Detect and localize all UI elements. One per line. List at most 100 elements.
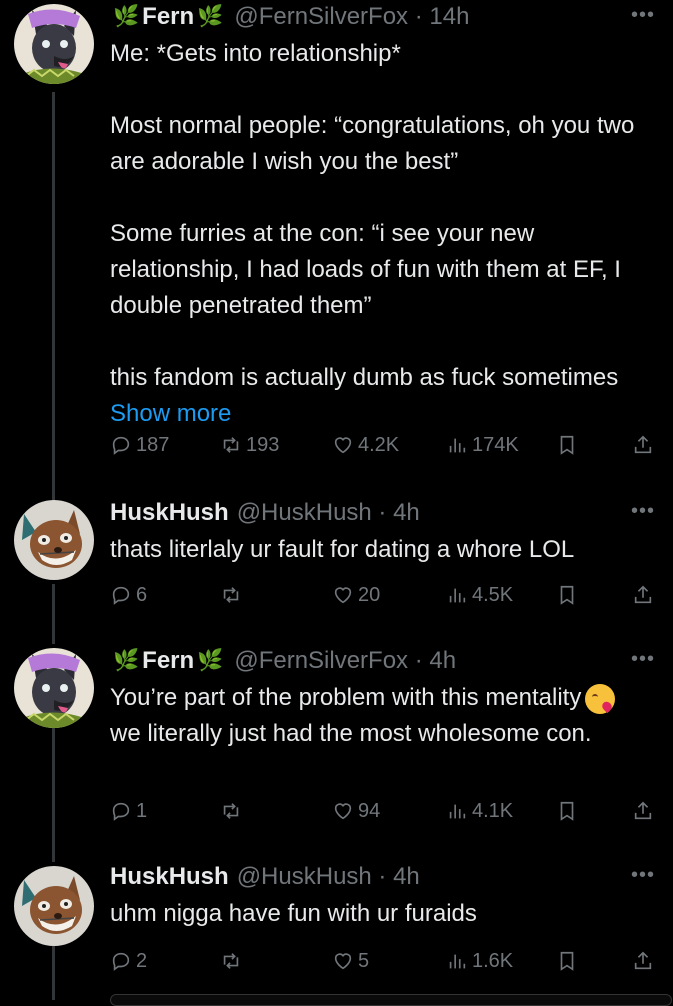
display-name[interactable]: Fern: [142, 647, 194, 675]
tweet[interactable]: 🌿 Fern 🌿 @FernSilverFox · 4h ••• You’re …: [0, 644, 673, 844]
repost-button[interactable]: 193: [220, 434, 279, 457]
share-icon: [632, 800, 654, 822]
views-button[interactable]: 4.5K: [446, 584, 513, 607]
tweet[interactable]: HuskHush @HuskHush · 4h ••• uhm nigga ha…: [0, 860, 673, 990]
leaf-emoji-left: 🌿: [113, 649, 140, 672]
tweet-paragraph: You’re part of the problem with this men…: [110, 680, 630, 752]
reply-button[interactable]: 187: [110, 434, 169, 457]
view-count: 174K: [472, 433, 519, 456]
leaf-emoji-left: 🌿: [113, 5, 140, 28]
repost-icon: [220, 434, 242, 456]
huskhush-avatar-icon: [14, 500, 94, 580]
bookmark-icon: [556, 800, 578, 822]
share-button[interactable]: [632, 434, 654, 456]
huskhush-avatar-icon: [14, 866, 94, 946]
bookmark-button[interactable]: [556, 950, 578, 972]
more-options-icon[interactable]: •••: [631, 4, 655, 27]
bookmark-button[interactable]: [556, 800, 578, 822]
share-button[interactable]: [632, 950, 654, 972]
share-icon: [632, 584, 654, 606]
display-name[interactable]: HuskHush: [110, 863, 229, 891]
fern-avatar-icon: [14, 4, 94, 84]
repost-button[interactable]: [220, 584, 242, 606]
tweet-paragraph: thats literlaly ur fault for dating a wh…: [110, 536, 575, 563]
like-count: 4.2K: [358, 433, 400, 456]
tweet-paragraph-text: this fandom is actually dumb as fuck som…: [110, 364, 619, 391]
tweet-text: You’re part of the problem with this men…: [110, 680, 630, 752]
like-button[interactable]: 20: [332, 584, 380, 607]
show-more-link[interactable]: Show more: [110, 400, 231, 427]
tweet-paragraph: uhm nigga have fun with ur furaids: [110, 900, 477, 927]
like-button[interactable]: 4.2K: [332, 434, 399, 457]
action-bar: 1 94 4.1K: [0, 796, 673, 826]
action-bar: 2 5 1.6K: [0, 946, 673, 976]
tweet[interactable]: 🌿 Fern 🌿 @FernSilverFox · 14h ••• Me: *G…: [0, 0, 673, 480]
tweet-text: thats literlaly ur fault for dating a wh…: [110, 532, 655, 568]
avatar[interactable]: [14, 648, 94, 728]
views-icon: [446, 800, 468, 822]
action-bar: 187 193 4.2K 174K: [0, 430, 673, 460]
reply-icon: [110, 800, 132, 822]
bookmark-icon: [556, 950, 578, 972]
reply-count: 2: [136, 949, 148, 972]
bookmark-icon: [556, 434, 578, 456]
like-button[interactable]: 94: [332, 800, 380, 823]
more-options-icon[interactable]: •••: [631, 864, 655, 887]
views-icon: [446, 950, 468, 972]
reply-count: 187: [136, 433, 170, 456]
fern-avatar-icon: [14, 648, 94, 728]
repost-icon: [220, 800, 242, 822]
tweet-text-part: You’re part of the problem with this men…: [110, 684, 582, 711]
views-button[interactable]: 174K: [446, 434, 519, 457]
avatar[interactable]: [14, 500, 94, 580]
display-name[interactable]: Fern: [142, 3, 194, 31]
views-icon: [446, 434, 468, 456]
tweet-text: uhm nigga have fun with ur furaids: [110, 896, 655, 932]
tweet[interactable]: HuskHush @HuskHush · 4h ••• thats literl…: [0, 494, 673, 624]
action-bar: 6 20 4.5K: [0, 580, 673, 610]
views-button[interactable]: 4.1K: [446, 800, 513, 823]
reply-button[interactable]: 1: [110, 800, 147, 823]
reply-count: 6: [136, 583, 148, 606]
heart-icon: [332, 584, 354, 606]
handle-and-time[interactable]: @HuskHush · 4h: [237, 499, 420, 527]
avatar[interactable]: [14, 866, 94, 946]
display-name[interactable]: HuskHush: [110, 499, 229, 527]
tweet-header: HuskHush @HuskHush · 4h: [110, 496, 655, 530]
face-blowing-kiss-emoji-icon: [585, 683, 616, 714]
repost-button[interactable]: [220, 800, 242, 822]
reply-icon: [110, 434, 132, 456]
heart-icon: [332, 800, 354, 822]
bookmark-button[interactable]: [556, 584, 578, 606]
more-options-icon[interactable]: •••: [631, 648, 655, 671]
repost-button[interactable]: [220, 950, 242, 972]
share-button[interactable]: [632, 584, 654, 606]
tweet-header: 🌿 Fern 🌿 @FernSilverFox · 14h: [110, 0, 655, 34]
reply-icon: [110, 950, 132, 972]
like-count: 5: [358, 949, 370, 972]
handle-and-time[interactable]: @HuskHush · 4h: [237, 863, 420, 891]
reply-count: 1: [136, 799, 148, 822]
bookmark-button[interactable]: [556, 434, 578, 456]
repost-icon: [220, 584, 242, 606]
tweet-header: 🌿 Fern 🌿 @FernSilverFox · 4h: [110, 644, 655, 678]
like-button[interactable]: 5: [332, 950, 369, 973]
reply-composer-edge[interactable]: [110, 994, 672, 1006]
share-button[interactable]: [632, 800, 654, 822]
reply-button[interactable]: 2: [110, 950, 147, 973]
heart-icon: [332, 950, 354, 972]
avatar[interactable]: [14, 4, 94, 84]
tweet-header: HuskHush @HuskHush · 4h: [110, 860, 655, 894]
handle-and-time[interactable]: @FernSilverFox · 14h: [234, 3, 469, 31]
views-icon: [446, 584, 468, 606]
share-icon: [632, 434, 654, 456]
handle-and-time[interactable]: @FernSilverFox · 4h: [234, 647, 456, 675]
repost-icon: [220, 950, 242, 972]
reply-button[interactable]: 6: [110, 584, 147, 607]
tweet-paragraph: Me: *Gets into relationship*: [110, 40, 401, 67]
reply-icon: [110, 584, 132, 606]
views-button[interactable]: 1.6K: [446, 950, 513, 973]
more-options-icon[interactable]: •••: [631, 500, 655, 523]
view-count: 1.6K: [472, 949, 514, 972]
tweet-paragraph: Some furries at the con: “i see your new…: [110, 220, 621, 319]
